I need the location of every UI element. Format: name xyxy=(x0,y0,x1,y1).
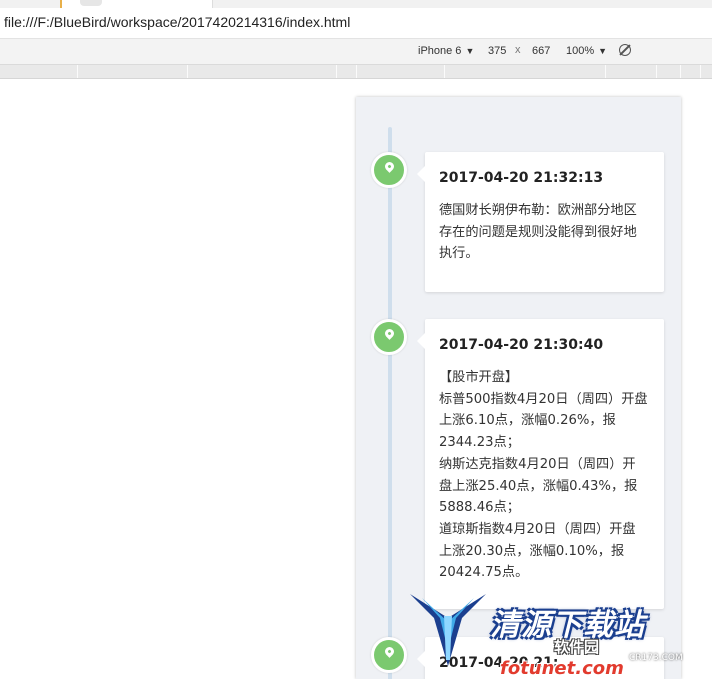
text-line: 纳斯达克指数4月20日（周四）开 xyxy=(439,456,636,472)
text-line: 2344.23点； xyxy=(439,435,520,451)
chevron-down-icon: ▼ xyxy=(465,46,475,56)
text-line: 标普500指数4月20日（周四）开盘 xyxy=(439,391,648,407)
text-line: 上涨6.10点，涨幅0.26%，报 xyxy=(439,413,616,429)
rotate-icon[interactable] xyxy=(619,44,631,56)
location-icon xyxy=(371,319,407,355)
watermark-logo-icon xyxy=(410,594,486,666)
timeline-line xyxy=(388,127,392,679)
timeline-card: 2017-04-20 21:32:13 德国财长朔伊布勒：欧洲部分地区 存在的问… xyxy=(417,152,664,292)
media-query-ruler[interactable] xyxy=(0,65,712,79)
news-text: 【股市开盘】 标普500指数4月20日（周四）开盘 上涨6.10点，涨幅0.26… xyxy=(439,367,655,584)
text-line: 【股市开盘】 xyxy=(439,370,519,385)
browser-tab-strip xyxy=(0,0,712,8)
timeline-card: 2017-04-20 21:30:40 【股市开盘】 标普500指数4月20日（… xyxy=(417,319,664,609)
text-line: 5888.46点； xyxy=(439,500,520,516)
text-line: 执行。 xyxy=(439,246,479,262)
zoom-select[interactable]: 100% ▼ xyxy=(566,45,607,57)
watermark-url: fotunet.com xyxy=(500,658,624,679)
timestamp: 2017-04-20 21:30:40 xyxy=(439,337,604,353)
device-select[interactable]: iPhone 6 ▼ xyxy=(418,45,474,57)
url-text[interactable]: file:///F:/BlueBird/workspace/2017420214… xyxy=(4,14,350,30)
width-field[interactable]: 375 xyxy=(488,45,506,57)
text-line: 20424.75点。 xyxy=(439,565,529,581)
chevron-down-icon: ▼ xyxy=(598,46,608,56)
watermark-domain: CR173.COM xyxy=(629,653,683,663)
text-line: 道琼斯指数4月20日（周四）开盘 xyxy=(439,521,636,537)
text-line: 盘上涨25.40点，涨幅0.43%，报 xyxy=(439,478,638,494)
device-toolbar: iPhone 6 ▼ 375 x 667 100% ▼ xyxy=(0,39,712,65)
height-field[interactable]: 667 xyxy=(532,45,550,57)
dimension-separator: x xyxy=(515,44,521,56)
text-line: 存在的问题是规则没能得到很好地 xyxy=(439,224,637,240)
text-line: 上涨20.30点，涨幅0.10%，报 xyxy=(439,543,625,559)
tab-close-icon[interactable] xyxy=(80,0,102,6)
device-label: iPhone 6 xyxy=(418,45,462,57)
address-bar[interactable]: file:///F:/BlueBird/workspace/2017420214… xyxy=(0,8,712,39)
timestamp: 2017-04-20 21:32:13 xyxy=(439,170,604,186)
watermark-sub: 软件园 xyxy=(554,638,600,656)
news-text: 德国财长朔伊布勒：欧洲部分地区 存在的问题是规则没能得到很好地 执行。 xyxy=(439,200,655,265)
text-line: 德国财长朔伊布勒：欧洲部分地区 xyxy=(439,203,637,218)
location-icon xyxy=(371,152,407,188)
location-icon xyxy=(371,637,407,673)
zoom-label: 100% xyxy=(566,45,595,57)
watermark: 清源下载站 软件园 软件园 CR173.COM fotunet.com xyxy=(408,588,712,679)
